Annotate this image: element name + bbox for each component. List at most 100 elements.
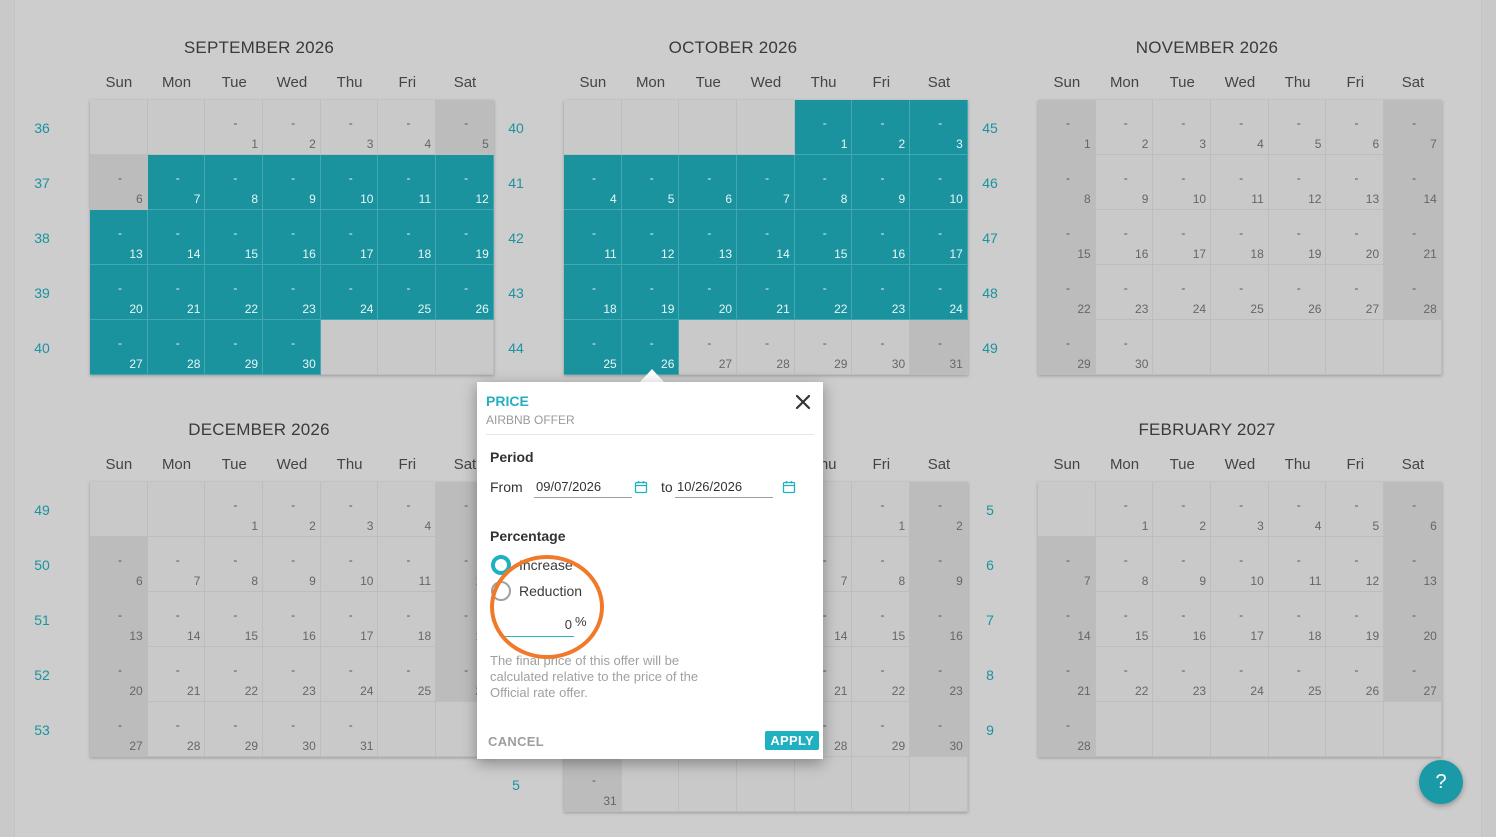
- day-cell[interactable]: -29: [205, 702, 264, 757]
- day-cell[interactable]: -3: [1211, 482, 1269, 537]
- day-cell[interactable]: -22: [1038, 265, 1096, 320]
- day-cell[interactable]: -4: [378, 482, 437, 537]
- day-cell[interactable]: -12: [436, 155, 494, 210]
- day-cell[interactable]: -21: [737, 265, 795, 320]
- day-cell[interactable]: -29: [852, 702, 911, 757]
- day-cell[interactable]: -30: [1095, 320, 1154, 375]
- day-cell[interactable]: -2: [852, 100, 911, 155]
- day-cell[interactable]: -11: [378, 537, 437, 592]
- day-cell[interactable]: -18: [378, 210, 437, 265]
- day-cell[interactable]: -1: [794, 100, 853, 155]
- day-cell[interactable]: -15: [852, 592, 911, 647]
- day-cell[interactable]: -1: [1095, 482, 1154, 537]
- day-cell[interactable]: -13: [1326, 155, 1385, 210]
- day-cell[interactable]: -18: [378, 592, 437, 647]
- day-cell[interactable]: -13: [1384, 537, 1442, 592]
- day-cell[interactable]: -30: [910, 702, 968, 757]
- day-cell[interactable]: -2: [263, 482, 321, 537]
- day-cell[interactable]: -7: [737, 155, 795, 210]
- day-cell[interactable]: -10: [320, 537, 379, 592]
- increase-radio[interactable]: [491, 555, 511, 575]
- day-cell[interactable]: -2: [1153, 482, 1212, 537]
- day-cell[interactable]: -27: [679, 320, 738, 375]
- day-cell[interactable]: -12: [1268, 155, 1327, 210]
- day-cell[interactable]: -24: [910, 265, 968, 320]
- day-cell[interactable]: -9: [1095, 155, 1154, 210]
- day-cell[interactable]: -23: [1153, 647, 1212, 702]
- day-cell[interactable]: -30: [852, 320, 911, 375]
- day-cell[interactable]: -4: [1268, 482, 1327, 537]
- day-cell[interactable]: -17: [320, 210, 379, 265]
- day-cell[interactable]: -18: [564, 265, 622, 320]
- day-cell[interactable]: -31: [564, 757, 622, 812]
- cancel-button[interactable]: CANCEL: [488, 734, 544, 749]
- day-cell[interactable]: -23: [263, 647, 321, 702]
- day-cell[interactable]: -30: [263, 320, 321, 375]
- day-cell[interactable]: -5: [1326, 482, 1385, 537]
- day-cell[interactable]: -16: [852, 210, 911, 265]
- day-cell[interactable]: -25: [1211, 265, 1269, 320]
- day-cell[interactable]: -15: [205, 592, 264, 647]
- help-button[interactable]: ?: [1419, 760, 1463, 804]
- day-cell[interactable]: -3: [320, 100, 379, 155]
- day-cell[interactable]: -12: [621, 210, 680, 265]
- day-cell[interactable]: -13: [679, 210, 738, 265]
- day-cell[interactable]: -4: [1211, 100, 1269, 155]
- day-cell[interactable]: -6: [90, 155, 148, 210]
- day-cell[interactable]: -20: [90, 647, 148, 702]
- day-cell[interactable]: -6: [1384, 482, 1442, 537]
- percentage-input[interactable]: [504, 612, 574, 637]
- day-cell[interactable]: -15: [794, 210, 853, 265]
- day-cell[interactable]: -3: [910, 100, 968, 155]
- day-cell[interactable]: -24: [320, 265, 379, 320]
- from-date-input[interactable]: [534, 475, 632, 498]
- day-cell[interactable]: -19: [621, 265, 680, 320]
- day-cell[interactable]: -21: [147, 647, 206, 702]
- day-cell[interactable]: -1: [852, 482, 911, 537]
- day-cell[interactable]: -23: [263, 265, 321, 320]
- day-cell[interactable]: -28: [147, 320, 206, 375]
- day-cell[interactable]: -8: [205, 537, 264, 592]
- day-cell[interactable]: -31: [320, 702, 379, 757]
- day-cell[interactable]: -26: [1326, 647, 1385, 702]
- day-cell[interactable]: -16: [263, 592, 321, 647]
- reduction-radio[interactable]: [491, 581, 511, 601]
- day-cell[interactable]: -9: [852, 155, 911, 210]
- close-icon[interactable]: [793, 392, 813, 412]
- day-cell[interactable]: -25: [564, 320, 622, 375]
- day-cell[interactable]: -8: [794, 155, 853, 210]
- day-cell[interactable]: -8: [852, 537, 911, 592]
- day-cell[interactable]: -14: [1038, 592, 1096, 647]
- day-cell[interactable]: -28: [737, 320, 795, 375]
- day-cell[interactable]: -25: [378, 647, 437, 702]
- day-cell[interactable]: -22: [205, 265, 264, 320]
- day-cell[interactable]: -14: [147, 210, 206, 265]
- day-cell[interactable]: -3: [1153, 100, 1212, 155]
- day-cell[interactable]: -25: [1268, 647, 1327, 702]
- day-cell[interactable]: -6: [679, 155, 738, 210]
- day-cell[interactable]: -24: [320, 647, 379, 702]
- day-cell[interactable]: -25: [378, 265, 437, 320]
- day-cell[interactable]: -3: [320, 482, 379, 537]
- day-cell[interactable]: -19: [1326, 592, 1385, 647]
- day-cell[interactable]: -28: [1384, 265, 1442, 320]
- day-cell[interactable]: -9: [263, 537, 321, 592]
- day-cell[interactable]: -9: [910, 537, 968, 592]
- day-cell[interactable]: -5: [1268, 100, 1327, 155]
- day-cell[interactable]: -8: [205, 155, 264, 210]
- reduction-label[interactable]: Reduction: [519, 583, 582, 599]
- day-cell[interactable]: -18: [1268, 592, 1327, 647]
- day-cell[interactable]: -1: [205, 100, 264, 155]
- apply-button[interactable]: APPLY: [765, 731, 819, 750]
- day-cell[interactable]: -11: [1211, 155, 1269, 210]
- day-cell[interactable]: -21: [1038, 647, 1096, 702]
- day-cell[interactable]: -10: [1211, 537, 1269, 592]
- day-cell[interactable]: -23: [910, 647, 968, 702]
- day-cell[interactable]: -10: [910, 155, 968, 210]
- day-cell[interactable]: -2: [910, 482, 968, 537]
- day-cell[interactable]: -7: [1038, 537, 1096, 592]
- day-cell[interactable]: -2: [263, 100, 321, 155]
- calendar-icon[interactable]: [782, 480, 796, 494]
- day-cell[interactable]: -26: [436, 265, 494, 320]
- day-cell[interactable]: -4: [564, 155, 622, 210]
